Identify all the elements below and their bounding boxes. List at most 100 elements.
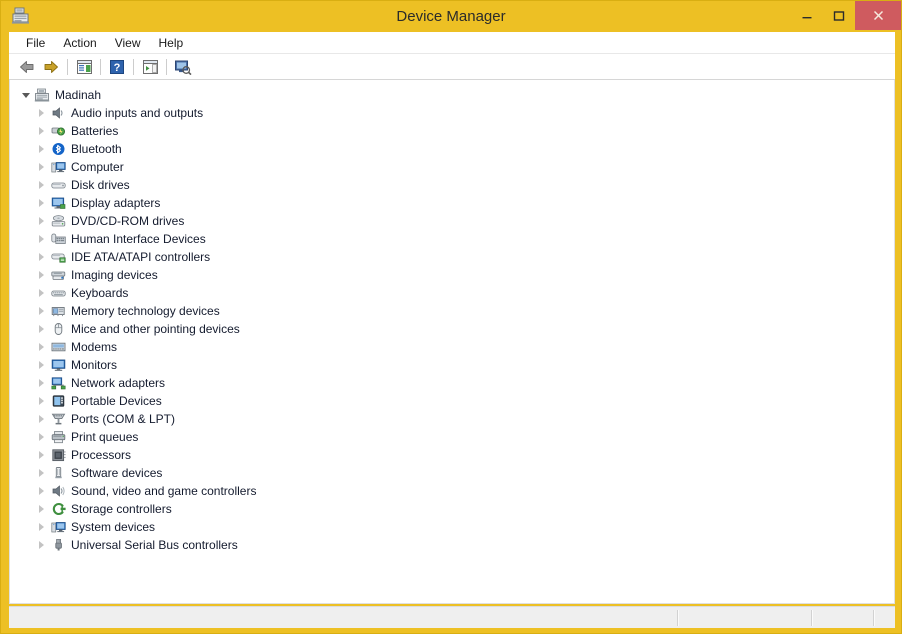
tree-item-label: Processors	[71, 448, 132, 462]
expander-closed-icon[interactable]	[34, 302, 49, 320]
status-cell-second	[679, 607, 817, 629]
status-cell-main	[9, 607, 683, 629]
tree-item-dvd-cd-rom-drives[interactable]: DVD/CD-ROM drives	[10, 212, 894, 230]
expander-closed-icon[interactable]	[34, 104, 49, 122]
tree-item-disk-drives[interactable]: Disk drives	[10, 176, 894, 194]
scan-for-hardware-changes-button[interactable]	[171, 56, 195, 78]
expander-closed-icon[interactable]	[34, 356, 49, 374]
tree-item-label: Software devices	[71, 466, 163, 480]
expander-closed-icon[interactable]	[34, 284, 49, 302]
software-device-icon	[49, 465, 67, 481]
storage-controller-icon	[49, 501, 67, 517]
tree-item-label: DVD/CD-ROM drives	[71, 214, 185, 228]
expander-closed-icon[interactable]	[34, 500, 49, 518]
tree-item-computer[interactable]: Computer	[10, 158, 894, 176]
expander-closed-icon[interactable]	[34, 212, 49, 230]
tree-item-audio-inputs-and-outputs[interactable]: Audio inputs and outputs	[10, 104, 894, 122]
tree-item-human-interface-devices[interactable]: Human Interface Devices	[10, 230, 894, 248]
disk-drive-icon	[49, 177, 67, 193]
expander-open-icon[interactable]	[18, 86, 33, 104]
processor-icon	[49, 447, 67, 463]
tree-item-label: Imaging devices	[71, 268, 158, 282]
tree-item-ide-ata-atapi-controllers[interactable]: IDE ATA/ATAPI controllers	[10, 248, 894, 266]
tree-item-modems[interactable]: Modems	[10, 338, 894, 356]
tree-item-sound-video-and-game-controllers[interactable]: Sound, video and game controllers	[10, 482, 894, 500]
speaker-icon	[49, 105, 67, 121]
tree-item-display-adapters[interactable]: Display adapters	[10, 194, 894, 212]
properties-button[interactable]	[138, 56, 162, 78]
minimize-button[interactable]	[791, 1, 823, 30]
expander-closed-icon[interactable]	[34, 392, 49, 410]
forward-button[interactable]	[39, 56, 63, 78]
tree-item-label: Audio inputs and outputs	[71, 106, 204, 120]
expander-closed-icon[interactable]	[34, 320, 49, 338]
expander-closed-icon[interactable]	[34, 230, 49, 248]
computer-node-icon	[33, 87, 51, 103]
expander-closed-icon[interactable]	[34, 338, 49, 356]
show-hide-console-tree-button[interactable]	[72, 56, 96, 78]
expander-closed-icon[interactable]	[34, 248, 49, 266]
help-button[interactable]: ?	[105, 56, 129, 78]
ide-controller-icon	[49, 249, 67, 265]
menu-file[interactable]: File	[17, 34, 54, 52]
expander-closed-icon[interactable]	[34, 140, 49, 158]
tree-root-node[interactable]: Madinah	[10, 86, 894, 104]
tree-item-imaging-devices[interactable]: Imaging devices	[10, 266, 894, 284]
maximize-button[interactable]	[823, 1, 855, 30]
close-button[interactable]	[855, 1, 901, 30]
tree-item-label: Print queues	[71, 430, 139, 444]
tree-item-processors[interactable]: Processors	[10, 446, 894, 464]
tree-item-label: Human Interface Devices	[71, 232, 206, 246]
portable-device-icon	[49, 393, 67, 409]
tree-item-network-adapters[interactable]: Network adapters	[10, 374, 894, 392]
menu-action[interactable]: Action	[54, 34, 105, 52]
system-device-icon	[49, 519, 67, 535]
tree-item-memory-technology-devices[interactable]: Memory technology devices	[10, 302, 894, 320]
expander-closed-icon[interactable]	[34, 158, 49, 176]
expander-closed-icon[interactable]	[34, 446, 49, 464]
window-controls	[791, 1, 901, 32]
printer-icon	[49, 429, 67, 445]
dvd-drive-icon	[49, 213, 67, 229]
tree-item-system-devices[interactable]: System devices	[10, 518, 894, 536]
menu-view[interactable]: View	[106, 34, 150, 52]
expander-closed-icon[interactable]	[34, 410, 49, 428]
expander-closed-icon[interactable]	[34, 482, 49, 500]
tree-item-mice-and-other-pointing-devices[interactable]: Mice and other pointing devices	[10, 320, 894, 338]
device-manager-window: Device Manager File Action View Help ? M…	[0, 0, 902, 634]
expander-closed-icon[interactable]	[34, 194, 49, 212]
left-arrow-icon	[20, 60, 34, 73]
expander-closed-icon[interactable]	[34, 374, 49, 392]
usb-controller-icon	[49, 537, 67, 553]
tree-item-ports-com-and-lpt[interactable]: Ports (COM & LPT)	[10, 410, 894, 428]
tree-item-print-queues[interactable]: Print queues	[10, 428, 894, 446]
expander-closed-icon[interactable]	[34, 266, 49, 284]
tree-item-bluetooth[interactable]: Bluetooth	[10, 140, 894, 158]
back-button[interactable]	[15, 56, 39, 78]
tree-item-universal-serial-bus-controllers[interactable]: Universal Serial Bus controllers	[10, 536, 894, 554]
tree-item-batteries[interactable]: Batteries	[10, 122, 894, 140]
device-tree: Madinah Audio inputs and outputs Batteri…	[10, 80, 894, 554]
hid-icon	[49, 231, 67, 247]
toolbar-separator	[166, 58, 167, 75]
tree-item-keyboards[interactable]: Keyboards	[10, 284, 894, 302]
tree-item-software-devices[interactable]: Software devices	[10, 464, 894, 482]
expander-closed-icon[interactable]	[34, 176, 49, 194]
tree-item-monitors[interactable]: Monitors	[10, 356, 894, 374]
tree-item-storage-controllers[interactable]: Storage controllers	[10, 500, 894, 518]
tree-item-label: Storage controllers	[71, 502, 172, 516]
device-tree-panel[interactable]: Madinah Audio inputs and outputs Batteri…	[9, 80, 895, 604]
tree-item-portable-devices[interactable]: Portable Devices	[10, 392, 894, 410]
expander-closed-icon[interactable]	[34, 122, 49, 140]
scan-hardware-icon	[175, 60, 192, 75]
network-adapter-icon	[49, 375, 67, 391]
console-tree-icon	[76, 59, 92, 74]
tree-item-label: Memory technology devices	[71, 304, 220, 318]
expander-closed-icon[interactable]	[34, 536, 49, 554]
expander-closed-icon[interactable]	[34, 428, 49, 446]
menu-help[interactable]: Help	[150, 34, 193, 52]
expander-closed-icon[interactable]	[34, 464, 49, 482]
expander-closed-icon[interactable]	[34, 518, 49, 536]
right-arrow-icon	[44, 60, 58, 73]
status-bar	[9, 606, 895, 628]
